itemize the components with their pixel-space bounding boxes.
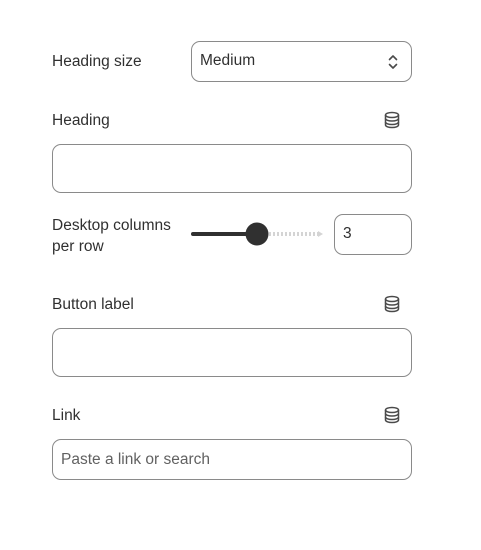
heading-input-field[interactable] xyxy=(52,144,412,193)
button-label-input[interactable] xyxy=(53,329,411,376)
slider-thumb[interactable] xyxy=(245,222,269,246)
slider-track-end xyxy=(318,231,323,237)
columns-number-value: 3 xyxy=(343,225,352,242)
desktop-columns-label-line1: Desktop columns xyxy=(52,217,171,234)
database-icon[interactable] xyxy=(383,295,401,313)
heading-size-select[interactable]: Medium xyxy=(191,41,412,82)
heading-input[interactable] xyxy=(53,145,411,192)
heading-label: Heading xyxy=(52,112,110,129)
database-icon[interactable] xyxy=(383,111,401,129)
button-label-label: Button label xyxy=(52,296,134,313)
heading-size-selected-value: Medium xyxy=(200,52,256,69)
chevron-up-down-icon xyxy=(388,55,398,69)
button-label-input-field[interactable] xyxy=(52,328,412,377)
desktop-columns-label-line2: per row xyxy=(52,238,104,255)
link-label: Link xyxy=(52,407,81,424)
columns-slider[interactable] xyxy=(191,220,324,248)
heading-size-label: Heading size xyxy=(52,53,142,70)
desktop-columns-label: Desktop columns per row xyxy=(52,215,171,257)
database-icon[interactable] xyxy=(383,406,401,424)
link-input[interactable] xyxy=(53,440,411,479)
columns-number-input[interactable]: 3 xyxy=(334,214,412,255)
link-input-field[interactable] xyxy=(52,439,412,480)
